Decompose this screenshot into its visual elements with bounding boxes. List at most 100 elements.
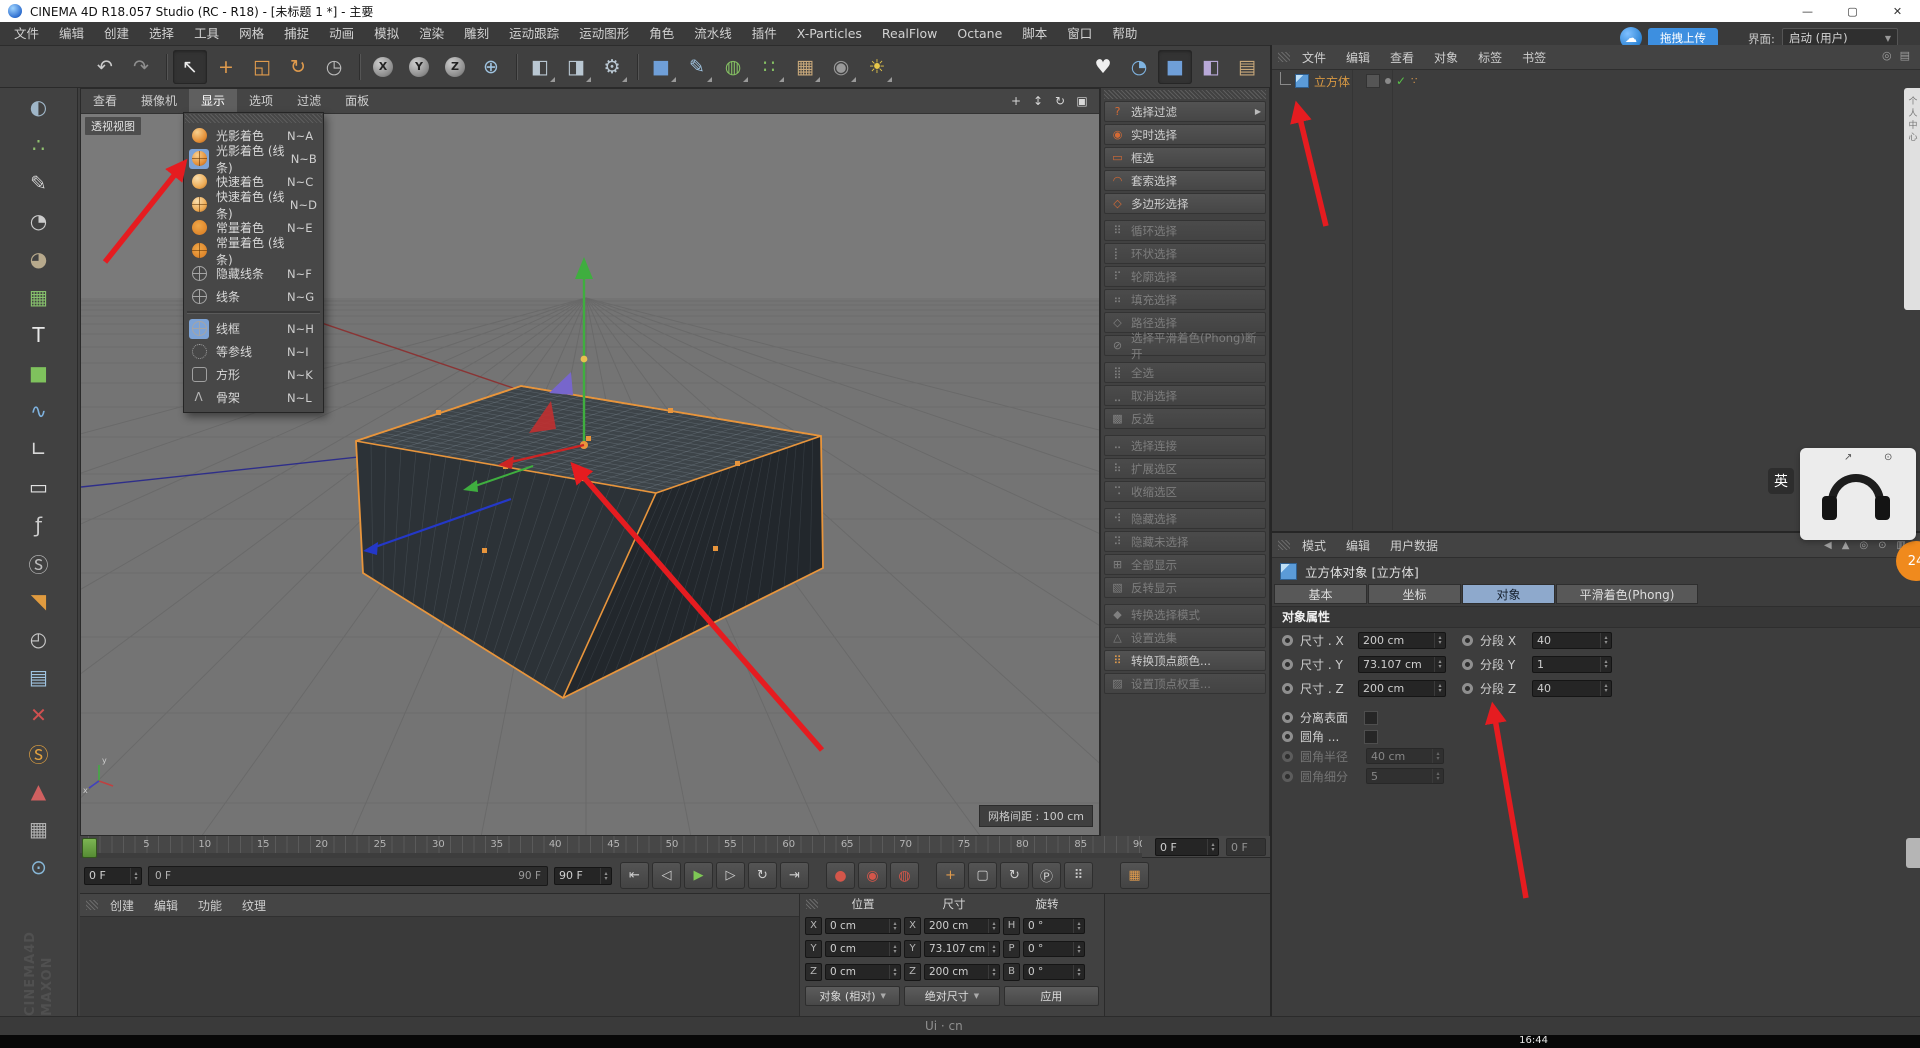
- menu-item[interactable]: 运动图形: [569, 22, 639, 46]
- loop-button[interactable]: ↻: [748, 862, 777, 889]
- range-start-field[interactable]: 0 F▴▾: [84, 867, 142, 885]
- keyframe-presets-button[interactable]: ▦: [1120, 862, 1149, 889]
- apply-button[interactable]: 应用: [1004, 986, 1099, 1006]
- menu-item[interactable]: 渲染: [409, 22, 454, 46]
- previous-frame-button[interactable]: ◁: [652, 862, 681, 889]
- display-menu-item[interactable]: 隐藏线条 N~F: [184, 262, 323, 285]
- spinner-icon[interactable]: ▴▾: [1434, 657, 1445, 672]
- toolbar-separator[interactable]: [163, 50, 170, 84]
- am-tab[interactable]: 对象: [1462, 584, 1555, 604]
- keyframe-radio[interactable]: [1282, 635, 1293, 646]
- plugin-realflow-icon[interactable]: ◔: [1122, 50, 1156, 84]
- menu-item[interactable]: 脚本: [1012, 22, 1057, 46]
- om-menu-item[interactable]: 书签: [1512, 49, 1556, 66]
- material-menu-item[interactable]: 编辑: [144, 897, 188, 914]
- display-menu-item[interactable]: 骨架 N~L: [184, 386, 323, 409]
- menu-item[interactable]: 窗口: [1057, 22, 1102, 46]
- frame-offset-field[interactable]: 0 F: [1226, 838, 1266, 856]
- spinner-icon[interactable]: ▴▾: [1600, 633, 1611, 648]
- om-menu-item[interactable]: 文件: [1292, 49, 1336, 66]
- display-menu-item[interactable]: 光影着色 (线条) N~B: [184, 147, 323, 170]
- timeline-ruler[interactable]: 051015202530354045505560657075808590 0 F…: [80, 836, 1270, 858]
- checkbox[interactable]: [1364, 730, 1378, 744]
- plugin-xparticles-icon[interactable]: ♥: [1086, 50, 1120, 84]
- lock-z-axis-button[interactable]: Z: [438, 50, 472, 84]
- palette-command[interactable]: ⡇ 环状选择 ▶: [1104, 243, 1266, 264]
- material-menu-item[interactable]: 功能: [188, 897, 232, 914]
- keyframe-radio[interactable]: [1462, 683, 1473, 694]
- left-tool-1[interactable]: ◐: [17, 90, 61, 124]
- ime-indicator[interactable]: 英: [1768, 468, 1794, 494]
- camera-icon[interactable]: ⊙: [1884, 452, 1892, 463]
- toolbar-separator[interactable]: [356, 50, 363, 84]
- cloner-button[interactable]: ∷: [752, 50, 786, 84]
- segments-input[interactable]: 40▴▾: [1532, 680, 1612, 697]
- left-tool-5[interactable]: ◕: [17, 242, 61, 276]
- rotate-tool[interactable]: ↻: [281, 50, 315, 84]
- left-tool-7[interactable]: T: [17, 318, 61, 352]
- toolbar-separator[interactable]: [634, 50, 641, 84]
- keyframe-radio[interactable]: [1282, 712, 1293, 723]
- palette-command[interactable]: ⣀ 取消选择 ▶: [1104, 385, 1266, 406]
- key-rotation-toggle[interactable]: ↻: [1000, 862, 1029, 889]
- spinner-icon[interactable]: ▴▾: [988, 942, 999, 956]
- menu-item[interactable]: 角色: [639, 22, 684, 46]
- go-to-end-button[interactable]: ⇥: [780, 862, 809, 889]
- display-menu-item[interactable]: 快速着色 (线条) N~D: [184, 193, 323, 216]
- position-field[interactable]: 0 cm▴▾: [825, 918, 901, 934]
- palette-command[interactable]: ▨ 设置顶点权重... ▶: [1104, 673, 1266, 694]
- display-menu-item[interactable]: 方形 N~K: [184, 363, 323, 386]
- left-tool-4[interactable]: ◔: [17, 204, 61, 238]
- left-tool-3[interactable]: ✎: [17, 166, 61, 200]
- palette-command[interactable]: ? 选择过滤 ▶: [1104, 101, 1266, 122]
- viewport-menu-item[interactable]: 选项: [237, 89, 285, 113]
- light-button[interactable]: ☀: [860, 50, 894, 84]
- close-button[interactable]: ✕: [1875, 0, 1920, 22]
- spinner-icon[interactable]: ▴▾: [1073, 942, 1084, 956]
- left-tool-2[interactable]: ∴: [17, 128, 61, 162]
- palette-command[interactable]: ◠ 套索选择 ▶: [1104, 170, 1266, 191]
- lock-y-axis-button[interactable]: Y: [402, 50, 436, 84]
- key-parameter-toggle[interactable]: Ⓟ: [1032, 862, 1061, 889]
- left-tool-11[interactable]: ▭: [17, 470, 61, 504]
- menu-item[interactable]: 工具: [184, 22, 229, 46]
- undo-button[interactable]: ↶: [88, 50, 122, 84]
- panel-drag-handle[interactable]: [1278, 540, 1290, 550]
- power-slider[interactable]: 0 F 90 F: [148, 866, 548, 886]
- minimize-button[interactable]: —: [1785, 0, 1830, 22]
- size-field[interactable]: 73.107 cm▴▾: [924, 941, 1000, 957]
- go-to-start-button[interactable]: ⇤: [620, 862, 649, 889]
- floor-button[interactable]: ▦: [788, 50, 822, 84]
- rotation-field[interactable]: 0 °▴▾: [1023, 941, 1085, 957]
- spinner-icon[interactable]: ▴▾: [1073, 919, 1084, 933]
- palette-command[interactable]: ◉ 实时选择 ▶: [1104, 124, 1266, 145]
- spinner-icon[interactable]: ▴▾: [988, 965, 999, 979]
- palette-command[interactable]: ⊘ 选择平滑着色(Phong)断开 ▶: [1104, 335, 1266, 356]
- spinner-icon[interactable]: ▴▾: [1207, 839, 1218, 855]
- left-tool-8[interactable]: ■: [17, 356, 61, 390]
- palette-command[interactable]: ▭ 框选 ▶: [1104, 147, 1266, 168]
- autokey-button[interactable]: ◉: [858, 862, 887, 889]
- spinner-icon[interactable]: ▴▾: [889, 965, 900, 979]
- playhead[interactable]: [82, 838, 97, 858]
- menu-item[interactable]: 捕捉: [274, 22, 319, 46]
- cube-object[interactable]: [356, 386, 823, 698]
- add-cube-button[interactable]: ■: [644, 50, 678, 84]
- menu-item[interactable]: 选择: [139, 22, 184, 46]
- keyframe-selection-button[interactable]: ◍: [890, 862, 919, 889]
- render-settings-button[interactable]: ⚙: [595, 50, 629, 84]
- rotation-field[interactable]: 0 °▴▾: [1023, 918, 1085, 934]
- viewport-menu-item[interactable]: 过滤: [285, 89, 333, 113]
- segments-input[interactable]: 40▴▾: [1532, 632, 1612, 649]
- spinner-icon[interactable]: ▴▾: [988, 919, 999, 933]
- am-up-icon[interactable]: ▲: [1842, 540, 1850, 551]
- send-icon[interactable]: ↗: [1844, 452, 1852, 463]
- plugin-texture-icon[interactable]: ▤: [1230, 50, 1264, 84]
- spinner-icon[interactable]: ▴▾: [1434, 681, 1445, 696]
- am-menu-item[interactable]: 编辑: [1336, 537, 1380, 554]
- menu-item[interactable]: 创建: [94, 22, 139, 46]
- material-menu-item[interactable]: 创建: [100, 897, 144, 914]
- menu-item[interactable]: RealFlow: [872, 22, 947, 46]
- left-tool-13[interactable]: Ⓢ: [17, 546, 61, 580]
- spline-pen-button[interactable]: ✎: [680, 50, 714, 84]
